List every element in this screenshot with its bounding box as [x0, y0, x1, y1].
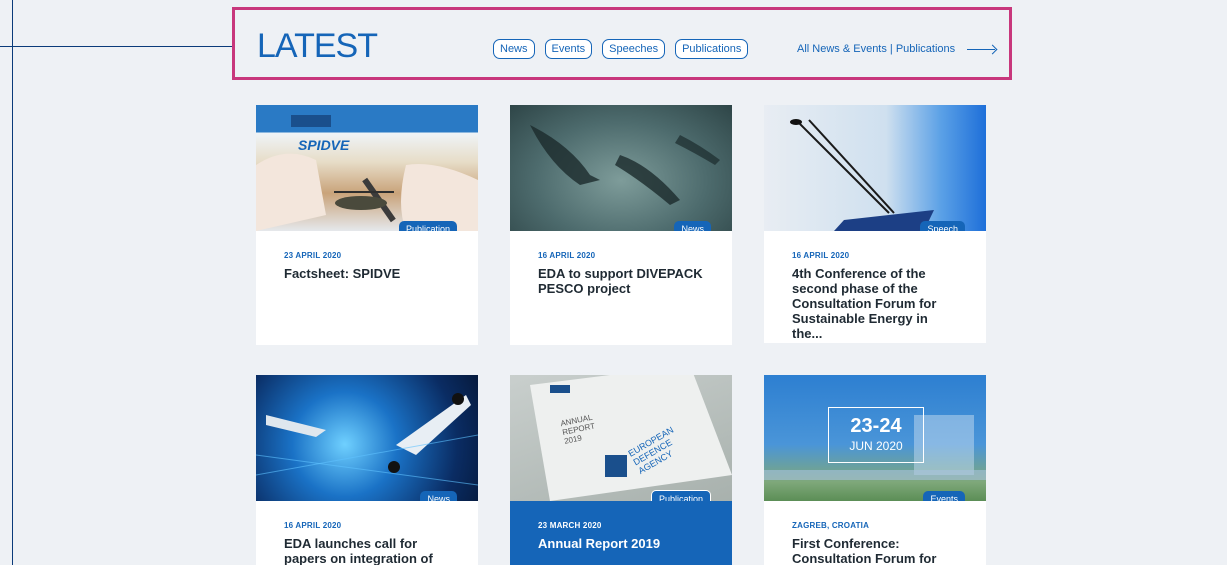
event-date-box: 23-24 JUN 2020: [828, 407, 924, 463]
decorative-horizontal-line: [0, 46, 232, 47]
news-card-conference[interactable]: Speech 16 APRIL 2020 4th Conference of t…: [764, 105, 986, 343]
card-date: 16 APRIL 2020: [538, 251, 596, 260]
card-title: EDA to support DIVEPACK PESCO project: [538, 266, 703, 296]
card-location: ZAGREB, CROATIA: [792, 521, 870, 530]
filter-events[interactable]: Events: [544, 39, 593, 59]
helicopter-illustration: [256, 115, 478, 231]
all-news-link-label: All News & Events | Publications: [797, 43, 956, 55]
badge-events: Events: [923, 491, 965, 501]
badge-speech: Speech: [920, 221, 965, 231]
card-image: SPIDVE Publication: [256, 105, 478, 231]
card-image-text: SPIDVE: [298, 137, 350, 153]
badge-publication: Publication: [650, 490, 711, 501]
filter-group: News Events Speeches Publications: [493, 39, 749, 59]
card-image: News: [256, 375, 478, 501]
card-date: 16 APRIL 2020: [284, 521, 342, 530]
badge-news: News: [674, 221, 711, 231]
card-image: News: [510, 105, 732, 231]
microphone-illustration: [790, 119, 934, 231]
badge-news: News: [420, 491, 457, 501]
news-card-spidve[interactable]: SPIDVE Publication 23 APRIL 2020 Factshe…: [256, 105, 478, 345]
news-card-first-conference[interactable]: 23-24 JUN 2020 Events ZAGREB, CROATIA Fi…: [764, 375, 986, 565]
report-cover-illustration: [530, 375, 732, 501]
card-title: EDA launches call for papers on integrat…: [284, 536, 433, 565]
section-title: LATEST: [257, 27, 378, 65]
card-date: 23 APRIL 2020: [284, 251, 342, 260]
filter-publications[interactable]: Publications: [675, 39, 749, 59]
card-date: 23 MARCH 2020: [538, 521, 602, 530]
card-title: 4th Conference of the second phase of th…: [792, 266, 937, 341]
event-date-range: 23-24: [850, 415, 902, 437]
news-card-call-for-papers[interactable]: News 16 APRIL 2020 EDA launches call for…: [256, 375, 478, 565]
divers-illustration: [530, 125, 720, 205]
event-date-month: JUN 2020: [849, 439, 903, 453]
latest-header: LATEST News Events Speeches Publications…: [232, 7, 1012, 80]
card-image: 23-24 JUN 2020 Events: [764, 375, 986, 501]
card-title: First Conference: Consultation Forum for: [792, 536, 937, 565]
card-date: 16 APRIL 2020: [792, 251, 850, 260]
aircraft-illustration: [256, 393, 478, 486]
news-card-divepack[interactable]: News 16 APRIL 2020 EDA to support DIVEPA…: [510, 105, 732, 345]
all-news-link[interactable]: All News & Events | Publications: [797, 43, 997, 55]
filter-news[interactable]: News: [493, 39, 535, 59]
card-image: ANNUAL REPORT 2019 EUROPEAN DEFENCE AGEN…: [510, 375, 732, 501]
card-title: Factsheet: SPIDVE: [284, 266, 401, 281]
news-card-annual-report[interactable]: ANNUAL REPORT 2019 EUROPEAN DEFENCE AGEN…: [510, 375, 732, 565]
card-image: Speech: [764, 105, 986, 231]
card-title: Annual Report 2019: [538, 536, 661, 551]
badge-publication: Publication: [398, 221, 457, 231]
arrow-right-icon: [967, 45, 997, 53]
decorative-vertical-line: [12, 0, 13, 565]
filter-speeches[interactable]: Speeches: [602, 39, 666, 59]
